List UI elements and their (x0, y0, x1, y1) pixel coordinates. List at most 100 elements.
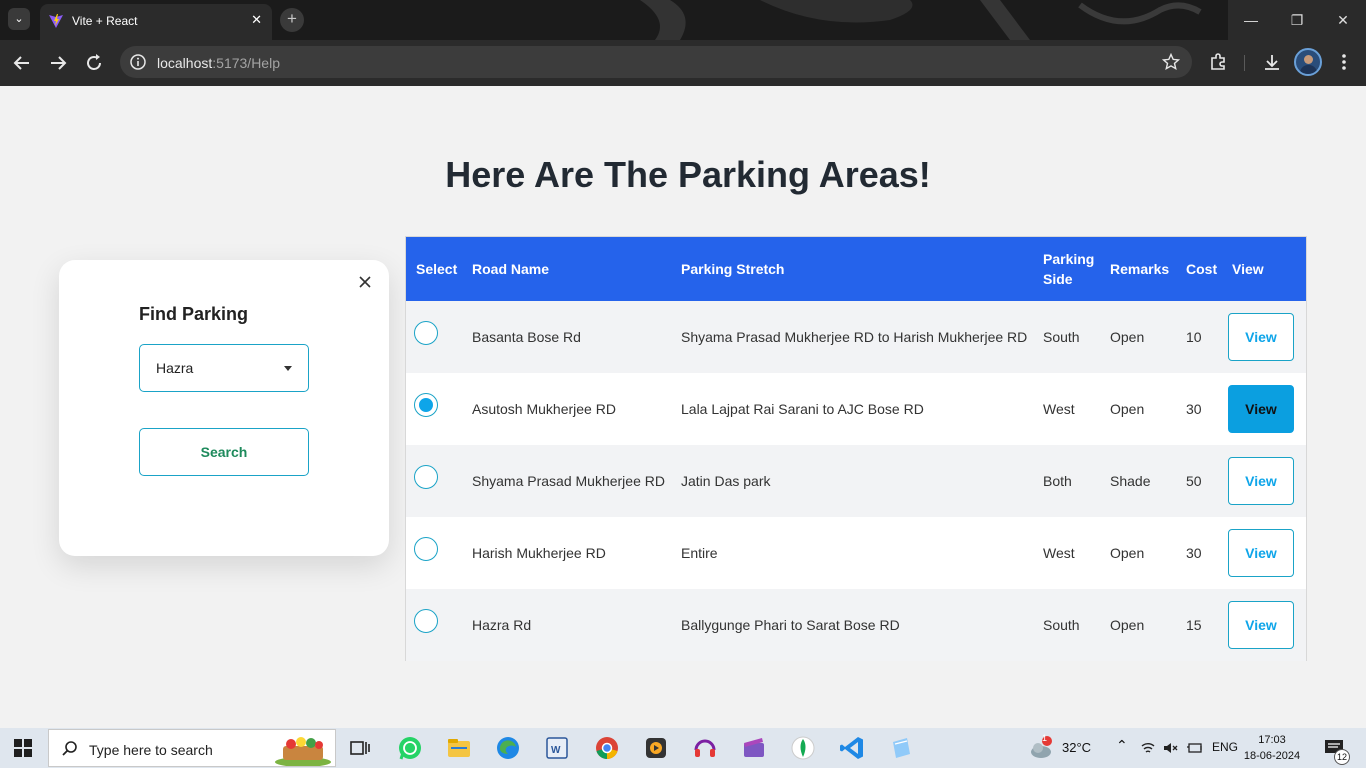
clock-date: 18-06-2024 (1243, 750, 1301, 762)
window-restore-button[interactable]: ❐ (1274, 0, 1320, 40)
cell-cost: 50 (1186, 473, 1202, 489)
window-minimize-button[interactable]: — (1228, 0, 1274, 40)
row-select-radio[interactable] (414, 321, 438, 345)
header-view: View (1232, 261, 1264, 277)
cell-cost: 15 (1186, 617, 1202, 633)
weather-badge-count: 1 (1042, 733, 1048, 743)
cell-remarks: Open (1110, 401, 1145, 417)
search-button[interactable]: Search (139, 428, 309, 476)
table-row: Asutosh Mukherjee RD Lala Lajpat Rai Sar… (406, 373, 1306, 445)
tab-search-menu-button[interactable]: ⌄ (8, 8, 30, 30)
find-parking-heading: Find Parking (139, 304, 249, 324)
cell-road-name: Harish Mukherjee RD (472, 545, 606, 561)
cell-cost: 10 (1186, 329, 1202, 345)
view-button[interactable]: View (1228, 529, 1294, 577)
cell-road-name: Hazra Rd (472, 617, 532, 633)
tray-chevron-up-icon[interactable]: ⌃ (1116, 737, 1128, 768)
cell-remarks: Open (1110, 329, 1145, 345)
header-parking-side: Parking Side (1033, 237, 1100, 301)
url-host: localhost (157, 55, 213, 71)
vscode-icon[interactable] (838, 734, 866, 762)
cell-parking-side: Both (1043, 473, 1072, 489)
file-explorer-icon[interactable] (445, 734, 473, 762)
tab-close-icon[interactable]: ✕ (251, 12, 262, 28)
weather-cloud-icon[interactable] (1028, 736, 1054, 762)
edge-browser-icon[interactable] (494, 734, 522, 762)
cell-parking-stretch: Ballygunge Phari to Sarat Bose RD (681, 617, 900, 633)
page-title: Here Are The Parking Areas! (445, 154, 931, 195)
notification-count-badge: 12 (1334, 749, 1350, 765)
row-select-radio[interactable] (414, 537, 438, 561)
profile-avatar[interactable] (1294, 48, 1322, 76)
table-row: Shyama Prasad Mukherjee RD Jatin Das par… (406, 445, 1306, 517)
new-tab-button[interactable]: + (280, 8, 304, 32)
browser-tab-bar: ⌄ Vite + React ✕ + — ❐ ✕ (0, 0, 1366, 40)
cell-road-name: Shyama Prasad Mukherjee RD (472, 473, 665, 489)
taskbar-search-box[interactable]: Type here to search (48, 729, 336, 767)
search-icon (62, 741, 77, 756)
cell-parking-stretch: Shyama Prasad Mukherjee RD to Harish Muk… (681, 329, 1028, 345)
site-info-icon[interactable] (129, 53, 147, 71)
forward-arrow-icon[interactable] (46, 51, 70, 75)
chrome-browser-icon[interactable] (593, 734, 621, 762)
find-parking-card: Find Parking Hazra Search (59, 260, 389, 556)
header-parking-stretch: Parking Stretch (681, 261, 785, 277)
cell-parking-side: West (1043, 401, 1075, 417)
cell-parking-stretch: Entire (681, 545, 718, 561)
address-bar[interactable]: localhost:5173/Help (120, 46, 1192, 78)
windows-taskbar: Type here to search W 1 32°C ⌃ ENG 17:03… (0, 728, 1366, 768)
table-row: Basanta Bose Rd Shyama Prasad Mukherjee … (406, 301, 1306, 373)
browser-menu-icon[interactable] (1334, 52, 1354, 72)
cell-parking-side: South (1043, 329, 1080, 345)
taskbar-clock[interactable]: 17:03 18-06-2024 (1240, 732, 1304, 764)
browser-tab-active[interactable]: Vite + React ✕ (40, 4, 272, 40)
extensions-puzzle-icon[interactable] (1208, 52, 1228, 72)
view-button[interactable]: View (1228, 457, 1294, 505)
view-button[interactable]: View (1228, 313, 1294, 361)
word-document-icon[interactable]: W (543, 734, 571, 762)
header-parking-side-line2: Side (1043, 271, 1073, 287)
windows-start-icon[interactable] (14, 739, 32, 757)
task-view-icon[interactable] (346, 734, 374, 762)
view-button[interactable]: View (1228, 601, 1294, 649)
table-row: Harish Mukherjee RD Entire West Open 30 … (406, 517, 1306, 589)
header-select: Select (416, 261, 458, 277)
area-select[interactable]: Hazra (139, 344, 309, 392)
row-select-radio[interactable] (414, 393, 438, 417)
header-parking-side-line1: Parking (1043, 251, 1095, 267)
media-player-icon[interactable] (642, 734, 670, 762)
weather-temperature: 32°C (1062, 740, 1092, 755)
row-select-radio[interactable] (414, 465, 438, 489)
notes-app-icon[interactable] (887, 734, 915, 762)
battery-plug-icon[interactable] (1186, 740, 1204, 756)
close-icon[interactable] (357, 274, 373, 290)
vite-logo-icon (49, 14, 63, 28)
cell-remarks: Shade (1110, 473, 1151, 489)
audio-app-icon[interactable] (691, 734, 719, 762)
area-select-value: Hazra (156, 360, 194, 376)
caret-down-icon (284, 366, 292, 371)
mongodb-compass-icon[interactable] (789, 734, 817, 762)
back-arrow-icon[interactable] (10, 51, 34, 75)
wifi-icon[interactable] (1140, 740, 1156, 756)
bookmark-star-icon[interactable] (1162, 53, 1180, 71)
whatsapp-icon[interactable] (396, 734, 424, 762)
header-remarks: Remarks (1110, 261, 1170, 277)
dark-wallpaper-decoration (640, 0, 1202, 40)
view-button[interactable]: View (1228, 385, 1294, 433)
cell-parking-side: West (1043, 545, 1075, 561)
cell-road-name: Basanta Bose Rd (472, 329, 581, 345)
tab-title: Vite + React (72, 14, 138, 28)
volume-muted-icon[interactable] (1162, 740, 1178, 756)
url-path: :5173/Help (212, 55, 280, 71)
download-icon[interactable] (1262, 52, 1282, 72)
window-close-button[interactable]: ✕ (1320, 0, 1366, 40)
clock-time: 17:03 (1258, 734, 1286, 746)
page-content: Here Are The Parking Areas! Find Parking… (0, 86, 1366, 728)
cell-remarks: Open (1110, 617, 1145, 633)
video-editor-icon[interactable] (740, 734, 768, 762)
toolbar-divider (1244, 55, 1245, 71)
reload-icon[interactable] (82, 51, 106, 75)
row-select-radio[interactable] (414, 609, 438, 633)
language-indicator[interactable]: ENG (1212, 740, 1238, 768)
